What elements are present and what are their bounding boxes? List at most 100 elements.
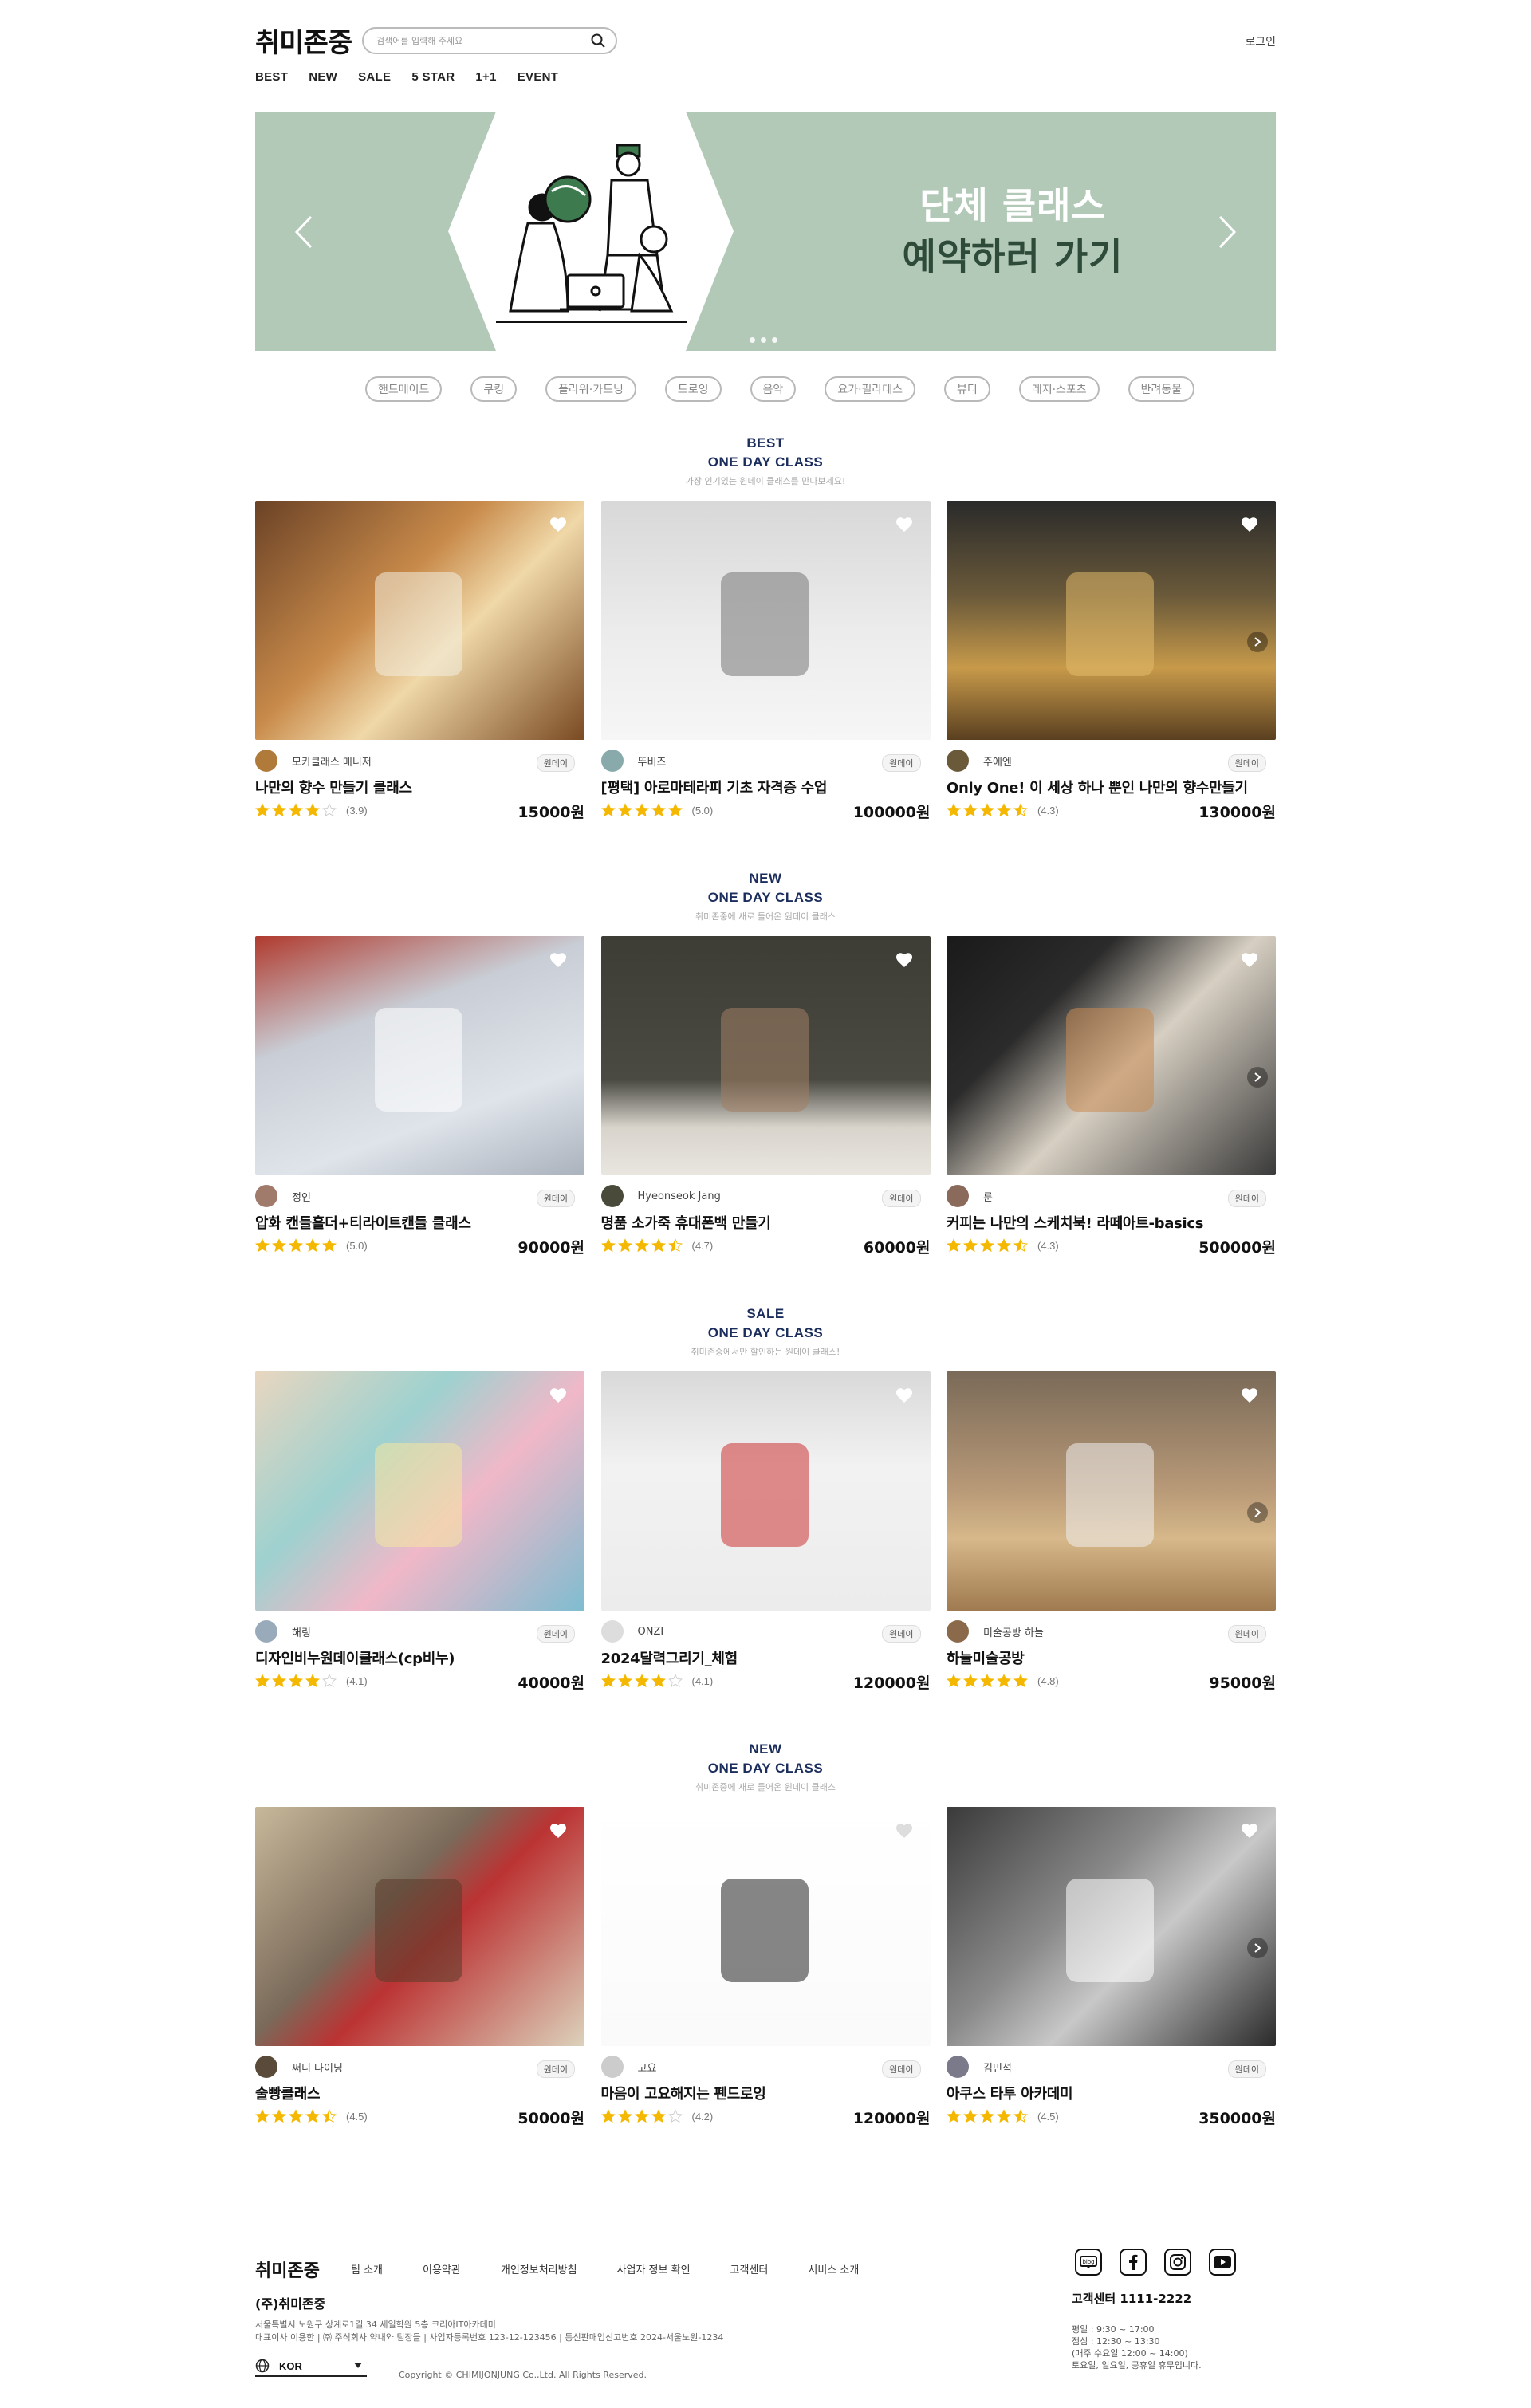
class-thumbnail[interactable]	[947, 1371, 1276, 1611]
category-chip[interactable]: 핸드메이드	[365, 376, 443, 402]
nav-sale[interactable]: SALE	[358, 70, 391, 84]
class-name[interactable]: 술빵클래스	[255, 2083, 584, 2103]
seller-name[interactable]: 김민석	[983, 2060, 1012, 2075]
class-thumbnail[interactable]	[255, 1807, 584, 2046]
seller-name[interactable]: Hyeonseok Jang	[638, 1190, 721, 1202]
chevron-right-icon[interactable]	[1247, 1067, 1268, 1088]
heart-icon[interactable]	[549, 1823, 567, 1839]
search-input[interactable]	[376, 35, 590, 46]
chevron-right-icon[interactable]	[1247, 1938, 1268, 1958]
banner-dot[interactable]	[750, 337, 755, 343]
class-name[interactable]: 나만의 향수 만들기 클래스	[255, 777, 584, 797]
seller-name[interactable]: 미술공방 하늘	[983, 1624, 1044, 1639]
seller-name[interactable]: 써니 다이닝	[292, 2060, 343, 2075]
category-chip[interactable]: 뷰티	[944, 376, 990, 402]
class-card[interactable]: 해링 원데이 디자인비누원데이클래스(cp비누) (4.1) 40000원	[255, 1371, 584, 1692]
seller-name[interactable]: 해링	[292, 1624, 311, 1639]
class-card[interactable]: 고요 원데이 마음이 고요해지는 펜드로잉 (4.2) 120000원	[600, 1807, 931, 2127]
category-chip[interactable]: 음악	[750, 376, 797, 402]
instagram-icon[interactable]	[1164, 2249, 1191, 2276]
class-card[interactable]: ONZI 원데이 2024달력그리기_체험 (4.1) 120000원	[600, 1371, 931, 1692]
class-name[interactable]: 아쿠스 타투 아카데미	[947, 2083, 1276, 2103]
chevron-right-icon[interactable]	[1247, 1502, 1268, 1523]
nav-new[interactable]: NEW	[309, 70, 337, 84]
search-icon[interactable]	[590, 33, 606, 49]
class-card[interactable]: 김민석 원데이 아쿠스 타투 아카데미 (4.5) 350000원	[947, 1807, 1276, 2127]
heart-icon[interactable]	[1241, 1387, 1258, 1403]
blog-icon[interactable]: blog	[1075, 2249, 1102, 2276]
class-name[interactable]: 디자인비누원데이클래스(cp비누)	[255, 1647, 584, 1668]
class-card[interactable]: Hyeonseok Jang 원데이 명품 소가죽 휴대폰백 만들기 (4.7) 600…	[600, 936, 931, 1257]
class-name[interactable]: 압화 캔들홀더+티라이트캔들 클래스	[255, 1212, 584, 1233]
footer-link-business[interactable]: 사업자 정보 확인	[617, 2261, 691, 2276]
class-card[interactable]: 써니 다이닝 원데이 술빵클래스 (4.5) 50000원	[255, 1807, 584, 2127]
class-name[interactable]: 2024달력그리기_체험	[601, 1647, 931, 1668]
class-card[interactable]: 미술공방 하늘 원데이 하늘미술공방 (4.8) 95000원	[947, 1371, 1276, 1692]
class-name[interactable]: 명품 소가죽 휴대폰백 만들기	[601, 1212, 931, 1233]
heart-icon[interactable]	[1241, 517, 1258, 533]
footer-logo[interactable]: 취미존중	[255, 2257, 320, 2282]
heart-icon[interactable]	[549, 517, 567, 533]
category-chip[interactable]: 레저·스포츠	[1018, 376, 1100, 402]
heart-icon[interactable]	[549, 1387, 567, 1403]
category-chip[interactable]: 드로잉	[664, 376, 722, 402]
seller-name[interactable]: 모카클래스 매니저	[292, 753, 372, 769]
class-thumbnail[interactable]	[600, 936, 931, 1175]
heart-icon[interactable]	[549, 952, 567, 968]
heart-icon[interactable]	[1241, 1823, 1258, 1839]
hero-banner[interactable]: 단체 클래스 예약하러 가기	[255, 112, 1276, 351]
facebook-icon[interactable]	[1120, 2249, 1147, 2276]
footer-link-team[interactable]: 팀 소개	[351, 2261, 383, 2276]
footer-link-terms[interactable]: 이용약관	[423, 2261, 461, 2276]
class-thumbnail[interactable]	[947, 936, 1276, 1175]
class-card[interactable]: 주에엔 원데이 Only One! 이 세상 하나 뿐인 나만의 향수만들기 (4.3…	[947, 501, 1276, 821]
nav-best[interactable]: BEST	[255, 70, 288, 84]
seller-name[interactable]: 주에엔	[983, 753, 1012, 769]
site-logo[interactable]: 취미존중	[255, 21, 352, 60]
nav-event[interactable]: EVENT	[518, 70, 559, 84]
class-thumbnail[interactable]	[255, 936, 584, 1175]
heart-icon[interactable]	[895, 1823, 913, 1839]
nav-5star[interactable]: 5 STAR	[411, 70, 455, 84]
seller-name[interactable]: 룬	[983, 1189, 993, 1204]
heart-icon[interactable]	[895, 952, 913, 968]
login-link[interactable]: 로그인	[1245, 33, 1276, 49]
youtube-icon[interactable]	[1209, 2249, 1236, 2276]
footer-link-support[interactable]: 고객센터	[730, 2261, 769, 2276]
heart-icon[interactable]	[1241, 952, 1258, 968]
banner-next-icon[interactable]	[1210, 212, 1242, 252]
class-card[interactable]: 모카클래스 매니저 원데이 나만의 향수 만들기 클래스 (3.9) 15000원	[255, 501, 584, 821]
footer-link-service[interactable]: 서비스 소개	[808, 2261, 859, 2276]
class-thumbnail[interactable]	[600, 1371, 931, 1611]
language-select[interactable]: KOR	[255, 2356, 367, 2377]
class-card[interactable]: 뚜비즈 원데이 [평택] 아로마테라피 기초 자격증 수업 (5.0) 100000원	[600, 501, 931, 821]
class-name[interactable]: 하늘미술공방	[947, 1647, 1276, 1668]
class-name[interactable]: Only One! 이 세상 하나 뿐인 나만의 향수만들기	[947, 777, 1276, 797]
class-name[interactable]: 마음이 고요해지는 펜드로잉	[601, 2083, 931, 2103]
banner-dot[interactable]	[761, 337, 766, 343]
class-thumbnail[interactable]	[600, 1807, 931, 2046]
class-thumbnail[interactable]	[947, 1807, 1276, 2046]
banner-prev-icon[interactable]	[289, 212, 321, 252]
category-chip[interactable]: 반려동물	[1128, 376, 1195, 402]
heart-icon[interactable]	[895, 517, 913, 533]
heart-icon[interactable]	[895, 1387, 913, 1403]
class-thumbnail[interactable]	[255, 501, 584, 740]
search-bar[interactable]	[362, 27, 617, 54]
seller-name[interactable]: 정인	[292, 1189, 311, 1204]
chevron-right-icon[interactable]	[1247, 632, 1268, 652]
class-name[interactable]: [평택] 아로마테라피 기초 자격증 수업	[601, 777, 931, 797]
seller-name[interactable]: 뚜비즈	[638, 753, 667, 769]
category-chip[interactable]: 플라워·가드닝	[545, 376, 636, 402]
seller-name[interactable]: 고요	[638, 2060, 657, 2075]
category-chip[interactable]: 요가·필라테스	[825, 376, 916, 402]
class-name[interactable]: 커피는 나만의 스케치북! 라떼아트-basics	[947, 1212, 1276, 1233]
nav-1plus1[interactable]: 1+1	[475, 70, 496, 84]
seller-name[interactable]: ONZI	[638, 1626, 664, 1638]
footer-link-privacy[interactable]: 개인정보처리방침	[501, 2261, 577, 2276]
class-card[interactable]: 룬 원데이 커피는 나만의 스케치북! 라떼아트-basics (4.3) 500000…	[947, 936, 1276, 1257]
category-chip[interactable]: 쿠킹	[470, 376, 518, 402]
banner-dot[interactable]	[772, 337, 777, 343]
class-card[interactable]: 정인 원데이 압화 캔들홀더+티라이트캔들 클래스 (5.0) 90000원	[255, 936, 584, 1257]
class-thumbnail[interactable]	[255, 1371, 584, 1611]
